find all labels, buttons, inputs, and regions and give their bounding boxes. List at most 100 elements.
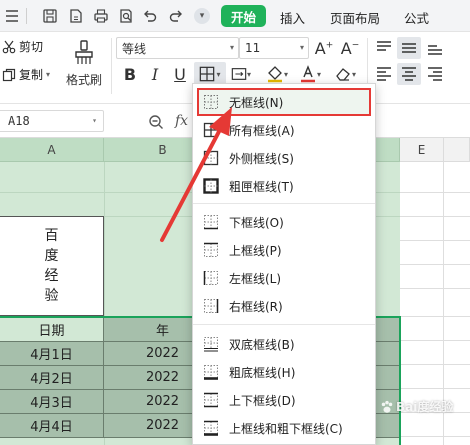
gridline	[400, 192, 470, 193]
copy-icon	[2, 68, 16, 81]
menu-item-label: 上框线(P)	[229, 243, 282, 258]
merged-title-cell[interactable]: 百 度 经 验	[0, 216, 104, 316]
header-cell-date[interactable]: 日期	[0, 318, 104, 342]
top-tab-bar: ▾ 开始 插入 页面布局 公式	[0, 0, 470, 32]
align-middle-icon	[402, 43, 416, 53]
title-char: 百	[44, 228, 59, 244]
align-top-button[interactable]	[373, 37, 395, 59]
align-right-button[interactable]	[424, 63, 446, 85]
menu-item-bottom-border[interactable]: 下框线(O)	[197, 208, 371, 236]
function-icon[interactable]: fx	[175, 113, 188, 129]
align-left-icon	[377, 67, 391, 81]
menu-item-thick-bottom-border[interactable]: 粗底框线(H)	[197, 358, 371, 386]
table-cell-date[interactable]: 4月2日	[0, 366, 104, 390]
title-char: 经	[44, 268, 59, 284]
menu-item-all-borders[interactable]: 所有框线(A)	[197, 116, 371, 144]
print-preview-icon[interactable]	[116, 6, 136, 26]
tab-start[interactable]: 开始	[221, 5, 266, 27]
font-size-value: 11	[245, 41, 261, 55]
save-icon[interactable]	[40, 6, 60, 26]
menu-divider	[193, 324, 375, 325]
menu-item-label: 外侧框线(S)	[229, 151, 294, 166]
menu-item-top-and-thick-bottom-border[interactable]: 上框线和粗下框线(C)	[197, 414, 371, 442]
align-middle-button[interactable]	[397, 37, 421, 59]
double-bottom-border-icon	[204, 337, 218, 352]
format-painter-button[interactable]: 格式刷	[64, 36, 104, 90]
name-box[interactable]: A18 ▾	[0, 110, 104, 132]
gridline	[400, 288, 470, 289]
column-header-a[interactable]: A	[0, 138, 104, 162]
thick-box-border-icon	[203, 178, 219, 194]
export-pdf-icon[interactable]	[66, 6, 86, 26]
table-cell-date[interactable]: 4月3日	[0, 390, 104, 414]
align-bottom-button[interactable]	[424, 37, 446, 59]
menu-icon[interactable]	[2, 6, 22, 26]
cut-label: 剪切	[19, 40, 44, 54]
gridline	[400, 388, 470, 389]
top-border-icon	[204, 242, 218, 257]
paw-logo-icon	[381, 400, 393, 413]
gridline	[400, 364, 470, 365]
underline-button[interactable]: U	[170, 62, 190, 86]
cut-button[interactable]: 剪切	[2, 38, 43, 55]
menu-item-label: 所有框线(A)	[229, 123, 295, 138]
decrease-font-size-button[interactable]: A−	[340, 37, 360, 59]
menu-item-label: 左框线(L)	[229, 271, 282, 286]
column-header-f[interactable]	[444, 138, 470, 162]
tab-formulas[interactable]: 公式	[404, 8, 429, 27]
column-header-e[interactable]: E	[400, 138, 444, 162]
table-cell-date[interactable]: 4月1日	[0, 342, 104, 366]
divider	[26, 8, 27, 24]
gridline	[400, 316, 470, 317]
align-right-icon	[428, 67, 442, 81]
increase-font-icon: A+	[314, 38, 334, 58]
quick-access-more-icon[interactable]: ▾	[194, 8, 210, 24]
menu-item-top-border[interactable]: 上框线(P)	[197, 236, 371, 264]
font-name-select[interactable]: 等线 ▾	[116, 37, 239, 59]
menu-item-left-border[interactable]: 左框线(L)	[197, 264, 371, 292]
tab-page-layout[interactable]: 页面布局	[330, 8, 380, 27]
thick-bottom-border-icon	[204, 365, 218, 380]
chevron-down-icon[interactable]: ▾	[46, 70, 50, 79]
increase-font-size-button[interactable]: A+	[314, 37, 334, 59]
menu-item-thick-box-border[interactable]: 粗匣框线(T)	[197, 172, 371, 200]
left-border-icon	[203, 271, 218, 285]
font-name-value: 等线	[122, 41, 147, 56]
undo-icon[interactable]	[140, 6, 160, 26]
menu-item-outside-borders[interactable]: 外侧框线(S)	[197, 144, 371, 172]
scissors-icon	[2, 40, 16, 53]
menu-item-top-bottom-border[interactable]: 上下框线(D)	[197, 386, 371, 414]
italic-button[interactable]: I	[145, 62, 165, 86]
bold-button[interactable]: B	[120, 62, 140, 86]
copy-button[interactable]: 复制 ▾	[2, 66, 50, 83]
chevron-down-icon: ▾	[316, 69, 321, 79]
cell-reference: A18	[8, 114, 30, 128]
menu-item-label: 粗底框线(H)	[229, 365, 296, 380]
chevron-down-icon: ▾	[299, 43, 304, 52]
top-bottom-border-icon	[204, 392, 218, 408]
gridline	[400, 216, 470, 217]
chevron-down-icon: ▾	[229, 43, 234, 52]
paint-bucket-icon	[267, 66, 282, 83]
table-cell-date[interactable]: 4月4日	[0, 414, 104, 438]
align-left-button[interactable]	[373, 63, 395, 85]
menu-item-right-border[interactable]: 右框线(R)	[197, 292, 371, 320]
chevron-down-icon: ▾	[216, 69, 221, 79]
no-border-icon	[204, 95, 218, 109]
gridline	[400, 436, 470, 437]
menu-item-no-border[interactable]: 无框线(N)	[197, 88, 371, 116]
borders-icon	[200, 66, 215, 82]
menu-item-double-bottom-border[interactable]: 双底框线(B)	[197, 330, 371, 358]
menu-item-label: 粗匣框线(T)	[229, 179, 294, 194]
print-icon[interactable]	[91, 6, 111, 26]
redo-icon[interactable]	[166, 6, 186, 26]
brush-icon	[75, 40, 93, 64]
align-top-icon	[377, 41, 391, 51]
align-center-button[interactable]	[397, 63, 421, 85]
font-size-select[interactable]: 11 ▾	[239, 37, 309, 59]
borders-dropdown-menu: 无框线(N) 所有框线(A) 外侧框线(S) 粗匣框线(T) 下框线(O) 上框…	[192, 83, 376, 445]
zoom-icon[interactable]	[148, 114, 164, 130]
divider	[111, 38, 112, 94]
gridline	[400, 340, 470, 341]
tab-insert[interactable]: 插入	[280, 8, 305, 27]
